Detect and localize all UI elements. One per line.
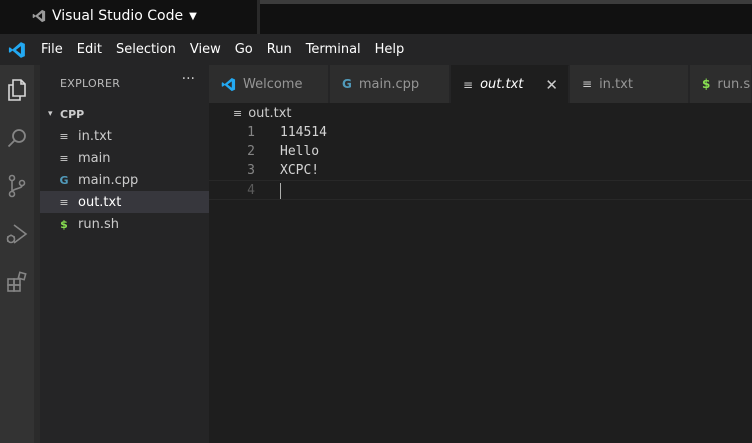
welcome-icon: [221, 77, 236, 91]
explorer-title: EXPLORER: [60, 77, 121, 90]
text-file-icon: ≡: [582, 77, 593, 91]
file-item-main-cpp[interactable]: G main.cpp: [40, 169, 209, 191]
folder-name: CPP: [60, 107, 85, 121]
explorer-icon[interactable]: [4, 77, 30, 103]
tab-label: run.sh: [717, 76, 751, 92]
editor-tab-bar: Welcome G main.cpp ≡ out.txt ✕ ≡ in.txt …: [209, 65, 752, 103]
chevron-down-icon: ▾: [48, 109, 53, 119]
line-number: 2: [247, 144, 255, 159]
tab-label: out.txt: [480, 77, 524, 92]
text-file-icon: ≡: [233, 107, 243, 120]
menu-help[interactable]: Help: [368, 34, 412, 65]
menu-selection[interactable]: Selection: [109, 34, 183, 65]
extensions-icon[interactable]: [4, 269, 30, 295]
close-icon[interactable]: ✕: [545, 76, 558, 94]
menu-bar: File Edit Selection View Go Run Terminal…: [0, 34, 752, 65]
shell-file-icon: $: [702, 77, 711, 91]
code-line[interactable]: 1 114514: [209, 123, 752, 143]
run-debug-icon[interactable]: [4, 221, 30, 247]
vscode-icon: [0, 34, 34, 65]
line-number: 3: [247, 163, 255, 178]
more-actions-icon[interactable]: ···: [182, 71, 195, 87]
app-title: Visual Studio Code: [52, 8, 184, 24]
file-item-run-sh[interactable]: $ run.sh: [40, 213, 209, 235]
text-file-icon: ≡: [59, 129, 69, 143]
tab-label: Welcome: [243, 76, 303, 92]
cpp-file-icon: G: [342, 77, 352, 91]
file-item-in-txt[interactable]: ≡ in.txt: [40, 125, 209, 147]
line-text: Hello: [280, 144, 320, 159]
line-number: 1: [247, 125, 255, 140]
tab-main-cpp[interactable]: G main.cpp: [330, 65, 450, 103]
text-file-icon: ≡: [59, 151, 69, 165]
breadcrumb-file[interactable]: out.txt: [248, 106, 291, 121]
tab-welcome[interactable]: Welcome: [209, 65, 329, 103]
line-text: XCPC!: [280, 163, 320, 178]
shell-file-icon: $: [60, 217, 68, 231]
cpp-file-icon: G: [59, 173, 69, 187]
text-file-icon: ≡: [463, 77, 474, 92]
code-line[interactable]: 3 XCPC!: [209, 161, 752, 181]
explorer-sidebar: EXPLORER ··· ▾ CPP ≡ in.txt ≡ main G mai…: [34, 65, 209, 443]
file-label: run.sh: [78, 216, 119, 232]
tab-label: in.txt: [599, 76, 633, 92]
title-bar-divider: [257, 0, 260, 34]
vscode-logo-icon: [32, 9, 46, 23]
menu-run[interactable]: Run: [260, 34, 299, 65]
activity-bar: [0, 65, 34, 443]
file-label: main: [78, 150, 111, 166]
file-label: main.cpp: [78, 172, 139, 188]
title-bar: Visual Studio Code ▼: [0, 0, 752, 34]
line-text: 114514: [280, 125, 327, 140]
code-line[interactable]: 2 Hello: [209, 142, 752, 162]
app-menu-caret-icon: ▼: [189, 10, 197, 22]
tab-run-sh[interactable]: $ run.sh: [690, 65, 752, 103]
code-line-current[interactable]: 4: [209, 180, 752, 200]
source-control-icon[interactable]: [4, 173, 30, 199]
app-menu[interactable]: Visual Studio Code ▼: [32, 8, 197, 24]
menu-file[interactable]: File: [34, 34, 70, 65]
title-bar-strip: [260, 0, 752, 4]
file-label: in.txt: [78, 128, 112, 144]
tab-out-txt[interactable]: ≡ out.txt ✕: [451, 65, 569, 103]
file-item-main[interactable]: ≡ main: [40, 147, 209, 169]
menu-edit[interactable]: Edit: [70, 34, 109, 65]
tab-label: main.cpp: [358, 76, 420, 92]
line-number: 4: [247, 183, 255, 198]
menu-view[interactable]: View: [183, 34, 228, 65]
text-file-icon: ≡: [59, 195, 69, 209]
text-cursor: [280, 183, 281, 199]
folder-cpp[interactable]: ▾ CPP: [40, 103, 209, 125]
menu-go[interactable]: Go: [228, 34, 260, 65]
file-item-out-txt[interactable]: ≡ out.txt: [40, 191, 209, 213]
breadcrumb[interactable]: ≡ out.txt: [233, 106, 292, 121]
file-label: out.txt: [78, 194, 122, 210]
tab-in-txt[interactable]: ≡ in.txt: [570, 65, 689, 103]
search-icon[interactable]: [4, 125, 30, 151]
menu-terminal[interactable]: Terminal: [299, 34, 368, 65]
editor-area[interactable]: ≡ out.txt 1 114514 2 Hello 3 XCPC! 4: [209, 103, 752, 443]
